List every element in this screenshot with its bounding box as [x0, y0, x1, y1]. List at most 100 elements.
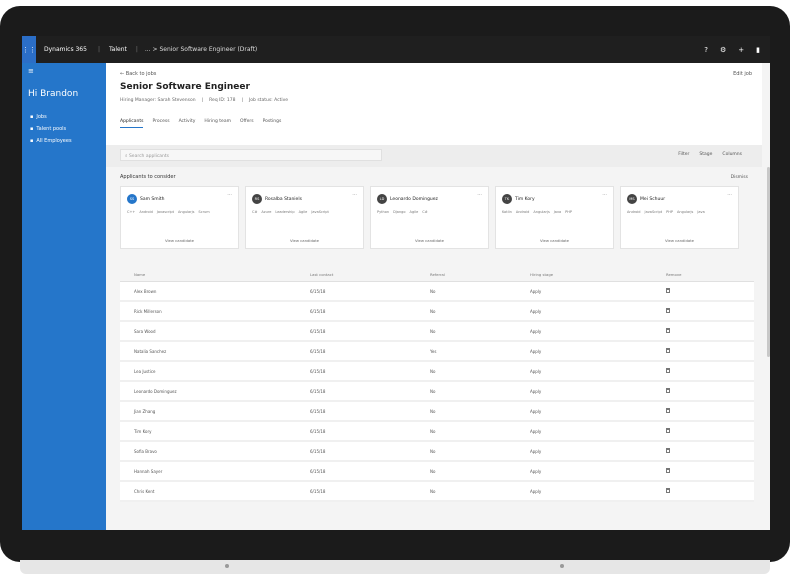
candidate-card[interactable]: MS Mei Schuur ··· Android JavaScript PHP…	[620, 186, 739, 249]
sidebar-item-all-employees[interactable]: ▪ All Employees	[22, 135, 106, 147]
column-header[interactable]: Name	[120, 272, 310, 277]
applicant-name[interactable]: Hannah Sayer	[120, 469, 310, 474]
edit-job-button[interactable]: Edit job	[733, 71, 752, 77]
view-candidate-link[interactable]: View candidate	[496, 238, 613, 243]
sidebar-item-jobs[interactable]: ▪ Jobs	[22, 111, 106, 123]
breadcrumb[interactable]: ... > Senior Software Engineer (Draft)	[141, 46, 261, 53]
scrollbar[interactable]	[767, 167, 770, 357]
column-header[interactable]: Hiring stage	[530, 272, 666, 277]
table-row[interactable]: Leonardo Dominguez 6/15/18 No Apply	[120, 382, 754, 402]
referral: No	[430, 368, 436, 374]
candidate-card[interactable]: SS Sam Smith ··· C++ Android Javascript …	[120, 186, 239, 249]
skill-tag: Android	[139, 210, 153, 214]
plus-icon[interactable]: +	[738, 46, 744, 54]
tab-activity[interactable]: Activity	[179, 119, 196, 128]
user-icon[interactable]: ▮	[756, 46, 760, 54]
stage-dropdown[interactable]: Stage	[699, 152, 712, 157]
home-icon: ▪	[30, 114, 34, 120]
trash-icon[interactable]	[666, 348, 670, 353]
grid-icon[interactable]: ⋮⋮	[22, 36, 36, 63]
last-contact: 6/15/18	[310, 348, 326, 354]
card-header: MS Mei Schuur	[627, 194, 665, 204]
table-row[interactable]: Jian Zhang 6/15/18 No Apply	[120, 402, 754, 422]
applicant-name[interactable]: Tim Kory	[120, 429, 310, 434]
candidate-card[interactable]: LD Leonardo Dominguez ··· Python Django …	[370, 186, 489, 249]
column-header[interactable]: Last contact	[310, 272, 430, 277]
view-candidate-link[interactable]: View candidate	[121, 238, 238, 243]
trash-icon[interactable]	[666, 308, 670, 313]
applicant-name[interactable]: Leonardo Dominguez	[120, 389, 310, 394]
column-header[interactable]: Referral	[430, 272, 530, 277]
people-icon: ▪	[30, 138, 34, 144]
applicant-name[interactable]: Sofia Bravo	[120, 449, 310, 454]
req-id: Req ID: 178	[209, 98, 236, 103]
applicant-name[interactable]: Jian Zhang	[120, 409, 310, 414]
more-icon[interactable]: ···	[227, 192, 232, 198]
last-contact: 6/15/18	[310, 468, 326, 474]
table-row[interactable]: Chris Kent 6/15/18 No Apply	[120, 482, 754, 502]
sidebar-item-talent-pools[interactable]: ▪ Talent pools	[22, 123, 106, 135]
app-name[interactable]: Dynamics 365	[36, 46, 95, 53]
table-row[interactable]: Sofia Bravo 6/15/18 No Apply	[120, 442, 754, 462]
tab-hiring-team[interactable]: Hiring team	[204, 119, 231, 128]
separator: |	[135, 46, 138, 53]
columns-button[interactable]: Columns	[722, 152, 742, 157]
trash-icon[interactable]	[666, 408, 670, 413]
more-icon[interactable]: ···	[602, 192, 607, 198]
greeting: Hi Brandon	[28, 89, 79, 99]
more-icon[interactable]: ···	[352, 192, 357, 198]
candidate-card[interactable]: TK Tim Kory ··· Kotlin Android Angularjs…	[495, 186, 614, 249]
applicant-name[interactable]: Alex Brown	[120, 289, 310, 294]
hiring-stage: Apply	[530, 468, 542, 474]
area-name[interactable]: Talent	[103, 46, 133, 53]
skill-tag: PHP	[565, 210, 573, 214]
skill-tag: Agile	[409, 210, 419, 214]
table-row[interactable]: Rick Millerson 6/15/18 No Apply	[120, 302, 754, 322]
skill-tag: Scrum	[198, 210, 210, 214]
hiring-stage: Apply	[530, 408, 542, 414]
help-icon[interactable]: ?	[704, 46, 708, 54]
trash-icon[interactable]	[666, 328, 670, 333]
search-input[interactable]: ⌕ Search applicants	[120, 149, 382, 161]
table-row[interactable]: Alex Brown 6/15/18 No Apply	[120, 282, 754, 302]
trash-icon[interactable]	[666, 388, 670, 393]
candidate-name: Rosalba Staniels	[265, 196, 302, 202]
trash-icon[interactable]	[666, 448, 670, 453]
view-candidate-link[interactable]: View candidate	[371, 238, 488, 243]
filter-bar: Filter Stage Columns	[678, 152, 742, 157]
tab-applicants[interactable]: Applicants	[120, 119, 144, 128]
table-row[interactable]: Hannah Sayer 6/15/18 No Apply	[120, 462, 754, 482]
settings-icon[interactable]: ⚙	[720, 46, 726, 54]
trash-icon[interactable]	[666, 288, 670, 293]
view-candidate-link[interactable]: View candidate	[246, 238, 363, 243]
more-icon[interactable]: ···	[727, 192, 732, 198]
trash-icon[interactable]	[666, 488, 670, 493]
toolbar: ⌕ Search applicants Filter Stage Columns	[106, 145, 762, 167]
table-row[interactable]: Sara Wood 6/15/18 No Apply	[120, 322, 754, 342]
trash-icon[interactable]	[666, 428, 670, 433]
tab-offers[interactable]: Offers	[240, 119, 254, 128]
filter-button[interactable]: Filter	[678, 152, 689, 157]
hinge-mark	[560, 564, 564, 568]
referral: No	[430, 388, 436, 394]
back-link[interactable]: ← Back to jobs	[120, 71, 156, 77]
tab-process[interactable]: Process	[152, 119, 169, 128]
more-icon[interactable]: ···	[477, 192, 482, 198]
table-row[interactable]: Tim Kory 6/15/18 No Apply	[120, 422, 754, 442]
applicant-name[interactable]: Rick Millerson	[120, 309, 310, 314]
trash-icon[interactable]	[666, 368, 670, 373]
trash-icon[interactable]	[666, 468, 670, 473]
dismiss-link[interactable]: Dismiss	[731, 175, 748, 180]
candidate-card[interactable]: RS Rosalba Staniels ··· C# Azure Leaders…	[245, 186, 364, 249]
applicant-name[interactable]: Sara Wood	[120, 329, 310, 334]
tab-postings[interactable]: Postings	[263, 119, 282, 128]
menu-icon[interactable]: ≡	[22, 63, 106, 79]
applicant-name[interactable]: Chris Kent	[120, 489, 310, 494]
view-candidate-link[interactable]: View candidate	[621, 238, 738, 243]
applicant-name[interactable]: Lea Justice	[120, 369, 310, 374]
table-row[interactable]: Natalia Sanchez 6/15/18 Yes Apply	[120, 342, 754, 362]
last-contact: 6/15/18	[310, 488, 326, 494]
applicant-name[interactable]: Natalia Sanchez	[120, 349, 310, 354]
table-row[interactable]: Lea Justice 6/15/18 No Apply	[120, 362, 754, 382]
hiring-stage: Apply	[530, 388, 542, 394]
